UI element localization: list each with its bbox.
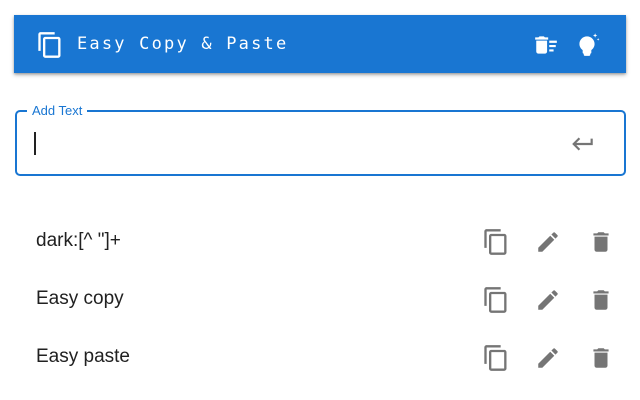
- copy-icon: [484, 287, 507, 313]
- list-item: dark:[^ "]+: [0, 212, 640, 270]
- copy-button[interactable]: [482, 344, 510, 372]
- item-text: Easy copy: [36, 288, 124, 309]
- delete-sweep-icon: [535, 36, 557, 54]
- list-item: Easy copy: [0, 270, 640, 328]
- delete-button[interactable]: [587, 344, 615, 372]
- add-text-submit-button[interactable]: [568, 129, 598, 159]
- pencil-icon: [538, 232, 558, 252]
- delete-button[interactable]: [587, 228, 615, 256]
- edit-button[interactable]: [534, 344, 562, 372]
- text-caret: [34, 132, 36, 155]
- item-text: dark:[^ "]+: [36, 230, 121, 251]
- pencil-icon: [538, 348, 558, 368]
- list-item: Easy paste: [0, 328, 640, 386]
- clear-all-button[interactable]: [533, 32, 559, 58]
- trash-icon: [593, 348, 609, 368]
- app-root: Easy Copy & Paste Add Text dark:[^ "]+ E…: [0, 0, 640, 400]
- delete-button[interactable]: [587, 286, 615, 314]
- edit-button[interactable]: [534, 286, 562, 314]
- copy-icon: [484, 345, 507, 371]
- app-title: Easy Copy & Paste: [77, 34, 289, 54]
- add-text-input[interactable]: [31, 124, 531, 162]
- item-text: Easy paste: [36, 346, 130, 367]
- copy-button[interactable]: [482, 286, 510, 314]
- lightbulb-sparkle-icon: [579, 33, 600, 56]
- trash-icon: [593, 290, 609, 310]
- trash-icon: [593, 232, 609, 252]
- copy-icon: [484, 229, 507, 255]
- theme-toggle-button[interactable]: [574, 32, 600, 58]
- keyboard-return-icon: [572, 137, 593, 151]
- copy-button[interactable]: [482, 228, 510, 256]
- pencil-icon: [538, 290, 558, 310]
- edit-button[interactable]: [534, 228, 562, 256]
- app-header: Easy Copy & Paste: [14, 15, 626, 73]
- add-text-field: Add Text: [15, 102, 626, 176]
- add-text-label: Add Text: [27, 102, 88, 120]
- copy-icon: [38, 32, 61, 58]
